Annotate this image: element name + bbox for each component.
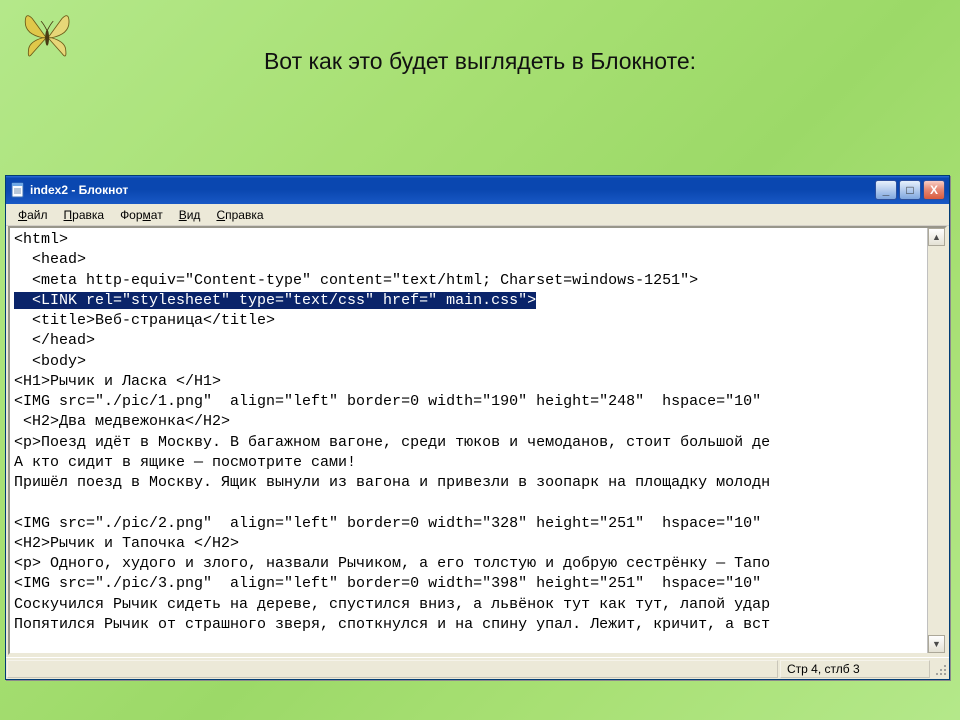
menu-file[interactable]: Файл bbox=[10, 206, 56, 224]
status-pane-empty bbox=[7, 660, 778, 678]
code-line: Попятился Рычик от страшного зверя, спот… bbox=[14, 616, 770, 633]
code-line: <html> bbox=[14, 231, 68, 248]
code-line: <p> Одного, худого и злого, назвали Рычи… bbox=[14, 555, 770, 572]
maximize-button[interactable]: □ bbox=[899, 180, 921, 200]
window-title: index2 - Блокнот bbox=[30, 183, 873, 197]
code-line: <H2>Рычик и Тапочка </H2> bbox=[14, 535, 239, 552]
scroll-track[interactable] bbox=[928, 246, 945, 635]
resize-grip[interactable] bbox=[931, 660, 949, 678]
close-button[interactable]: X bbox=[923, 180, 945, 200]
client-area: <html> <head> <meta http-equiv="Content-… bbox=[8, 226, 947, 655]
code-line: <head> bbox=[14, 251, 86, 268]
code-line: А кто сидит в ящике — посмотрите сами! bbox=[14, 454, 356, 471]
close-icon: X bbox=[930, 183, 938, 197]
code-line: <meta http-equiv="Content-type" content=… bbox=[14, 272, 698, 289]
maximize-icon: □ bbox=[906, 183, 913, 197]
code-line: <p>Поезд идёт в Москву. В багажном вагон… bbox=[14, 434, 770, 451]
code-line: <IMG src="./pic/3.png" align="left" bord… bbox=[14, 575, 770, 592]
scroll-up-button[interactable]: ▲ bbox=[928, 228, 945, 246]
notepad-window: index2 - Блокнот _ □ X Файл Правка Форма… bbox=[5, 175, 950, 680]
code-line: Соскучился Рычик сидеть на дереве, спуст… bbox=[14, 596, 770, 613]
statusbar: Стр 4, стлб 3 bbox=[6, 657, 949, 679]
scroll-down-button[interactable]: ▼ bbox=[928, 635, 945, 653]
code-line: </head> bbox=[14, 332, 95, 349]
menu-format[interactable]: Формат bbox=[112, 206, 171, 224]
code-line: <IMG src="./pic/1.png" align="left" bord… bbox=[14, 393, 770, 410]
minimize-icon: _ bbox=[883, 183, 890, 197]
menu-help[interactable]: Справка bbox=[208, 206, 271, 224]
notepad-app-icon bbox=[10, 182, 26, 198]
code-line: <IMG src="./pic/2.png" align="left" bord… bbox=[14, 515, 770, 532]
menu-edit[interactable]: Правка bbox=[56, 206, 113, 224]
code-line: <H2>Два медвежонка</H2> bbox=[14, 413, 230, 430]
code-line: <title>Веб-страница</title> bbox=[14, 312, 275, 329]
code-line: <body> bbox=[14, 353, 86, 370]
status-cursor-position: Стр 4, стлб 3 bbox=[780, 660, 930, 678]
vertical-scrollbar[interactable]: ▲ ▼ bbox=[927, 228, 945, 653]
menubar: Файл Правка Формат Вид Справка bbox=[6, 204, 949, 226]
code-line: <H1>Рычик и Ласка </H1> bbox=[14, 373, 221, 390]
minimize-button[interactable]: _ bbox=[875, 180, 897, 200]
code-line-selected: <LINK rel="stylesheet" type="text/css" h… bbox=[14, 292, 536, 309]
code-line: Пришёл поезд в Москву. Ящик вынули из ва… bbox=[14, 474, 770, 491]
menu-view[interactable]: Вид bbox=[171, 206, 209, 224]
slide-caption: Вот как это будет выглядеть в Блокноте: bbox=[0, 48, 960, 75]
text-area[interactable]: <html> <head> <meta http-equiv="Content-… bbox=[10, 228, 927, 653]
titlebar: index2 - Блокнот _ □ X bbox=[6, 176, 949, 204]
